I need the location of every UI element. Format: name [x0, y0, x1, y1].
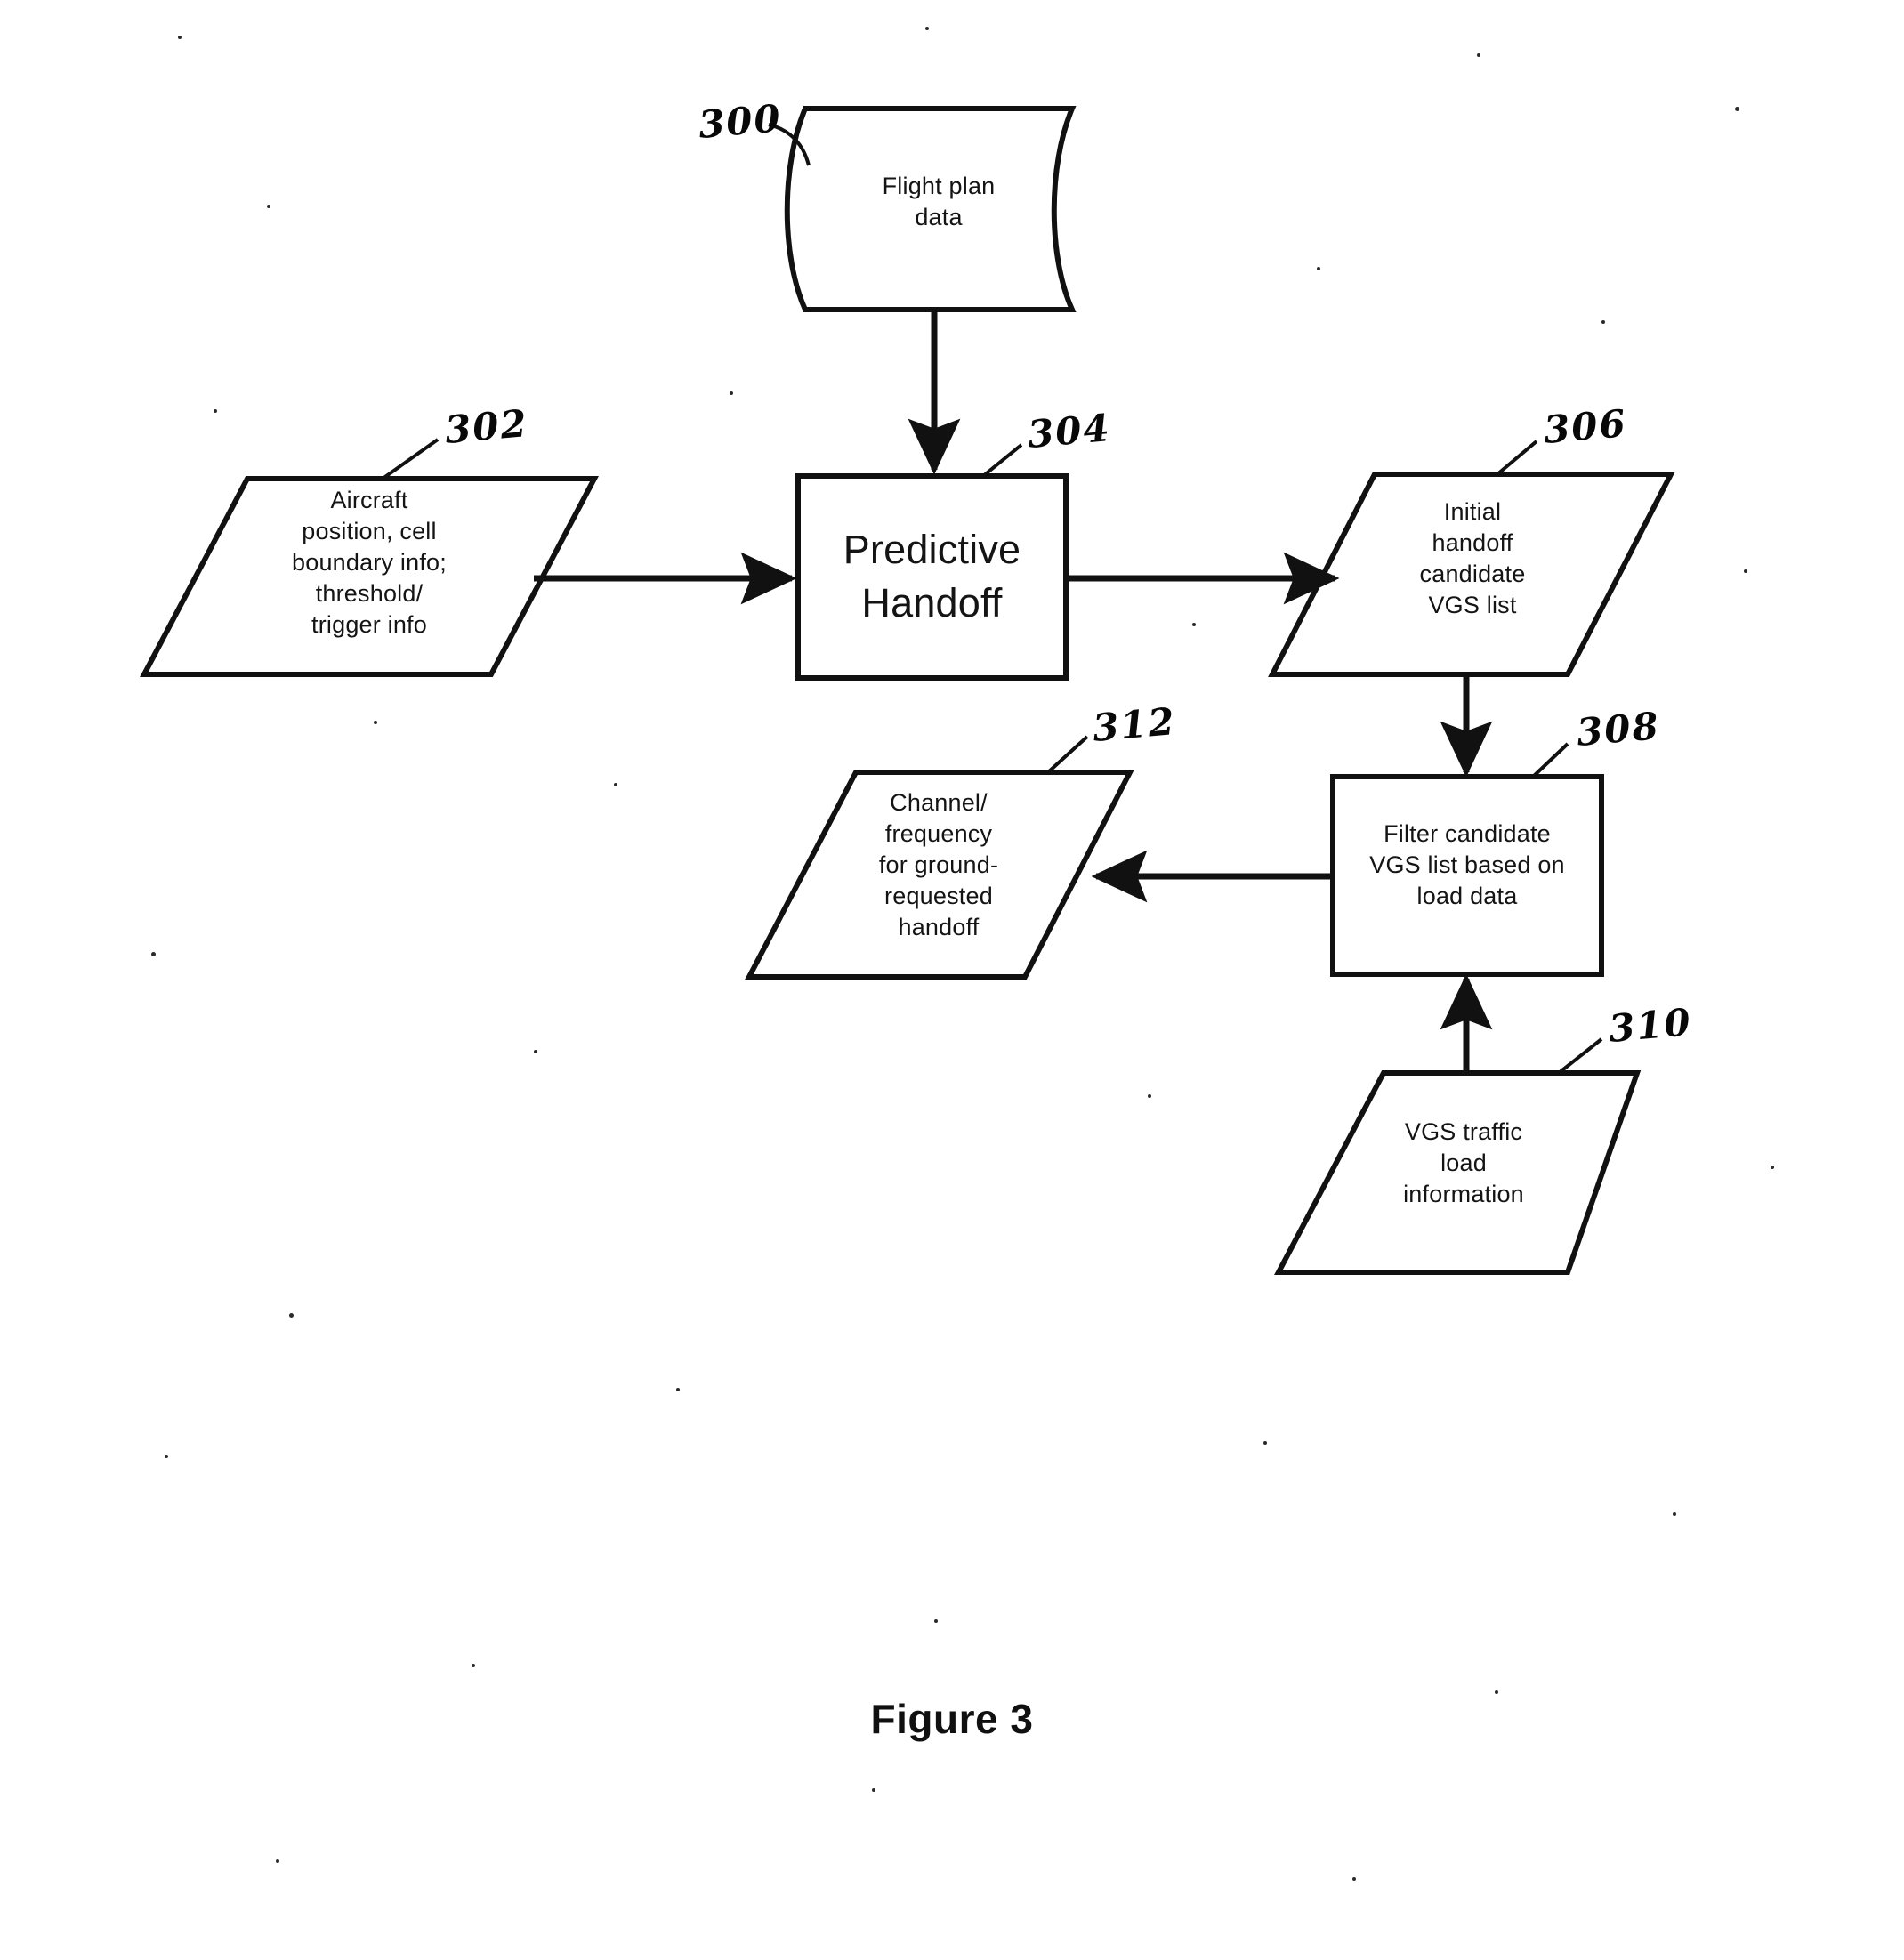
node-308-filter-candidate [1330, 774, 1604, 977]
leader-line-308 [1531, 742, 1569, 778]
node-304-predictive-handoff [795, 473, 1069, 681]
leader-line-304 [981, 443, 1023, 478]
node-310-vgs-traffic-load [1274, 1070, 1642, 1275]
node-312-channel-frequency [745, 770, 1134, 980]
rectangle-shape-304 [795, 473, 1069, 681]
leader-line-310 [1557, 1037, 1603, 1075]
figure-caption: Figure 3 [870, 1696, 1034, 1742]
parallelogram-shape-310 [1274, 1070, 1642, 1275]
parallelogram-shape-306 [1268, 472, 1675, 677]
leader-line-312 [1046, 735, 1089, 774]
node-300-flight-plan-data [784, 106, 1077, 312]
parallelogram-shape-302 [140, 476, 599, 677]
parallelogram-shape-312 [745, 770, 1134, 980]
figure-diagram-canvas [140, 106, 1675, 1275]
leader-line-306 [1496, 440, 1538, 476]
leader-line-302 [381, 438, 440, 480]
rectangle-shape-308 [1330, 774, 1604, 977]
node-306-initial-candidate-list [1268, 472, 1675, 677]
node-302-aircraft-position [140, 476, 599, 677]
document-shape-300 [784, 106, 1077, 312]
